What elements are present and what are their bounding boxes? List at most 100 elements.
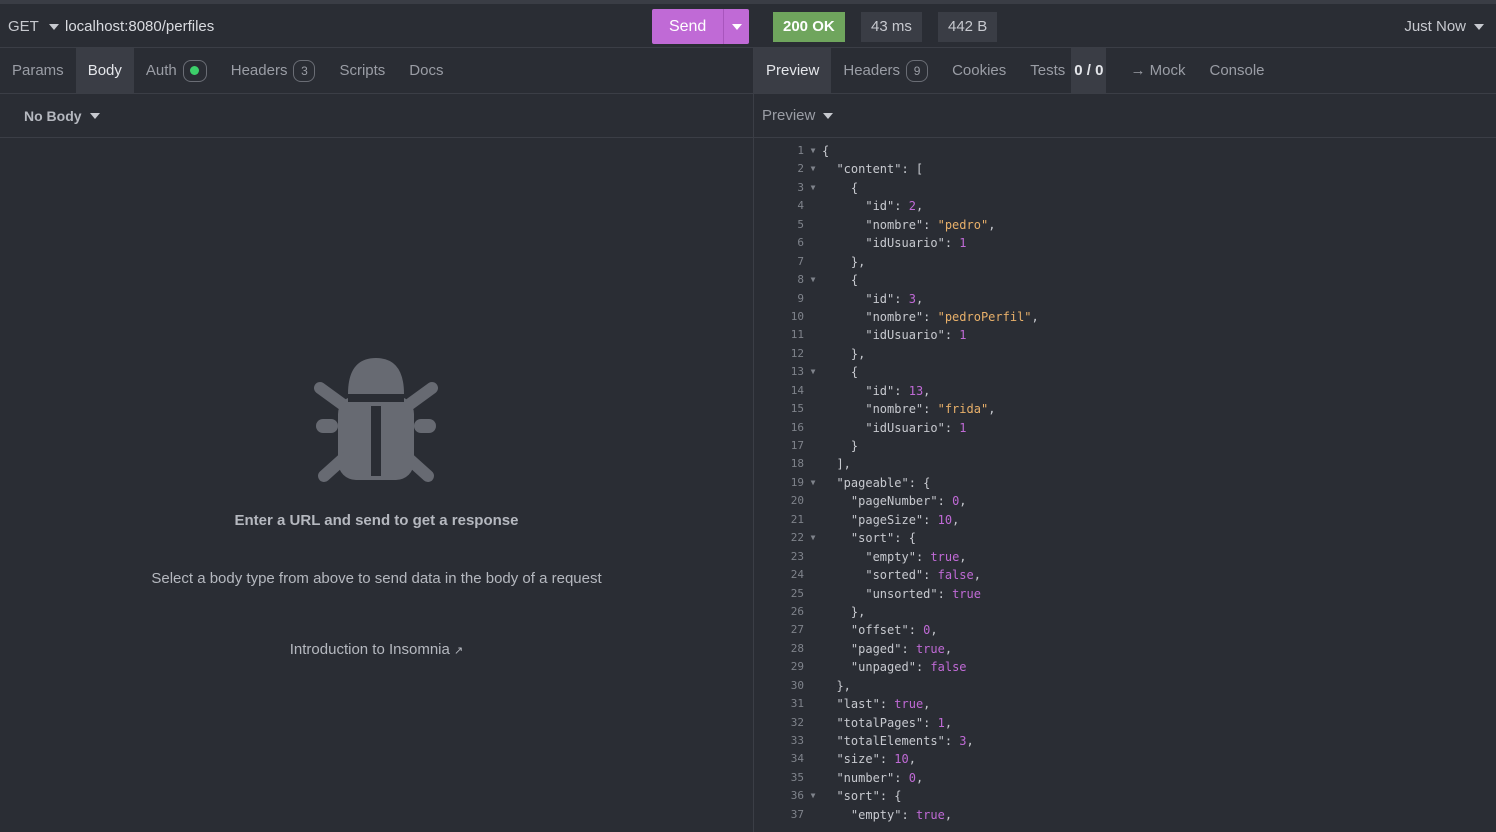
line-number: 19 [790, 475, 804, 489]
fold-caret-icon[interactable]: ▼ [804, 787, 822, 805]
fold-caret-icon[interactable]: ▼ [804, 160, 822, 178]
line-number: 13 [790, 365, 804, 379]
code-line: 19 ▼ "pageable": { [754, 474, 1496, 492]
fold-gutter [804, 419, 822, 437]
tab-body[interactable]: Body [75, 48, 134, 93]
fold-gutter [804, 658, 822, 676]
code-text: }, [822, 346, 866, 361]
code-text: "pageable": { [836, 475, 931, 490]
response-preview[interactable]: 1 ▼{2 ▼ "content": [3 ▼ {4 "id": 2, 5 "nombr… [754, 142, 1496, 832]
fold-gutter [804, 345, 822, 363]
count-badge: 9 [906, 59, 929, 82]
fold-gutter [804, 732, 822, 750]
fold-gutter [804, 714, 822, 732]
code-line: 36 ▼ "sort": { [754, 787, 1496, 805]
code-text: { [822, 180, 859, 195]
code-line: 25 "unsorted": true [754, 585, 1496, 603]
code-text: "unsorted": true [865, 586, 981, 601]
code-line: 27 "offset": 0, [754, 621, 1496, 639]
tab-mock[interactable]: → Mock [1118, 48, 1197, 93]
line-number: 29 [790, 660, 804, 674]
code-text: "idUsuario": 1 [865, 328, 967, 343]
code-text: }, [822, 254, 866, 269]
tab-preview[interactable]: Preview [754, 48, 832, 93]
url-input[interactable]: localhost:8080/perfiles [65, 18, 214, 35]
line-number: 34 [790, 752, 804, 766]
code-line: 17 } [754, 437, 1496, 455]
fold-gutter [804, 437, 822, 455]
fold-gutter [804, 769, 822, 787]
fold-gutter [804, 603, 822, 621]
code-line: 26 }, [754, 603, 1496, 621]
preview-toolbar: Preview [754, 94, 1496, 138]
send-options-button[interactable] [723, 9, 749, 44]
code-text: "id": 3, [865, 291, 924, 306]
tab-console[interactable]: Console [1197, 48, 1276, 93]
code-line: 30 }, [754, 677, 1496, 695]
send-button-group: Send [652, 9, 749, 44]
code-text: "nombre": "frida", [865, 402, 996, 417]
code-line: 15 "nombre": "frida", [754, 400, 1496, 418]
code-text: "sort": { [850, 531, 916, 546]
preview-mode-dropdown[interactable]: Preview [762, 107, 834, 124]
chevron-down-icon [1474, 23, 1484, 30]
fold-caret-icon[interactable]: ▼ [804, 474, 822, 492]
fold-gutter [804, 216, 822, 234]
line-number: 6 [797, 236, 804, 250]
code-text: "paged": true, [850, 641, 953, 656]
code-text: "totalPages": 1, [836, 715, 953, 730]
fold-caret-icon[interactable]: ▼ [804, 271, 822, 289]
code-text: { [822, 144, 830, 158]
method-selector[interactable]: GET [8, 18, 59, 35]
line-number: 25 [790, 586, 804, 600]
code-line: 33 "totalElements": 3, [754, 732, 1496, 750]
code-text: }, [822, 678, 851, 693]
send-button[interactable]: Send [652, 9, 723, 44]
body-type-dropdown[interactable]: No Body [24, 108, 100, 124]
line-number: 32 [790, 715, 804, 729]
fold-caret-icon[interactable]: ▼ [804, 529, 822, 547]
tab-scripts[interactable]: Scripts [327, 48, 397, 93]
tab-label: Auth [145, 62, 177, 79]
tab-docs[interactable]: Docs [397, 48, 455, 93]
tab-tests[interactable]: Tests 0 / 0 [1018, 48, 1118, 93]
intro-link[interactable]: Introduction to Insomnia ↗ [0, 641, 753, 658]
fold-caret-icon[interactable]: ▼ [804, 142, 822, 160]
tab-response-headers[interactable]: Headers 9 [831, 48, 940, 93]
line-number: 17 [790, 439, 804, 452]
line-number: 31 [790, 697, 804, 711]
tab-cookies[interactable]: Cookies [940, 48, 1018, 93]
line-number: 10 [790, 309, 804, 323]
fold-caret-icon[interactable]: ▼ [804, 363, 822, 381]
code-line: 2 ▼ "content": [ [754, 160, 1496, 178]
code-text: "last": true, [836, 697, 931, 712]
tab-params[interactable]: Params [0, 48, 76, 93]
tab-headers[interactable]: Headers 3 [219, 48, 328, 93]
code-text: { [822, 365, 859, 380]
tab-label: Console [1209, 62, 1265, 79]
body-toolbar: No Body [0, 94, 753, 138]
external-link-icon: ↗ [454, 645, 464, 657]
tab-auth[interactable]: Auth [134, 48, 219, 93]
auth-status-icon [182, 59, 207, 82]
line-number: 33 [790, 734, 804, 747]
code-line: 32 "totalPages": 1, [754, 714, 1496, 732]
intro-link-label: Introduction to Insomnia [289, 641, 450, 658]
code-text: "unpaged": false [850, 660, 967, 675]
code-line: 24 "sorted": false, [754, 566, 1496, 584]
history-label: Just Now [1404, 18, 1466, 35]
history-dropdown[interactable]: Just Now [1404, 18, 1484, 35]
tab-label: Docs [409, 62, 444, 79]
chevron-down-icon [823, 112, 834, 119]
fold-gutter [804, 234, 822, 252]
fold-caret-icon[interactable]: ▼ [804, 179, 822, 197]
code-text: "number": 0, [836, 770, 924, 785]
code-line: 23 "empty": true, [754, 548, 1496, 566]
line-number: 15 [790, 402, 804, 416]
code-text: "idUsuario": 1 [865, 420, 967, 435]
line-number: 2 [797, 162, 804, 176]
fold-gutter [804, 548, 822, 566]
code-text: "empty": true, [850, 807, 953, 822]
code-line: 1 ▼{ [754, 142, 1496, 160]
fold-gutter [804, 492, 822, 510]
